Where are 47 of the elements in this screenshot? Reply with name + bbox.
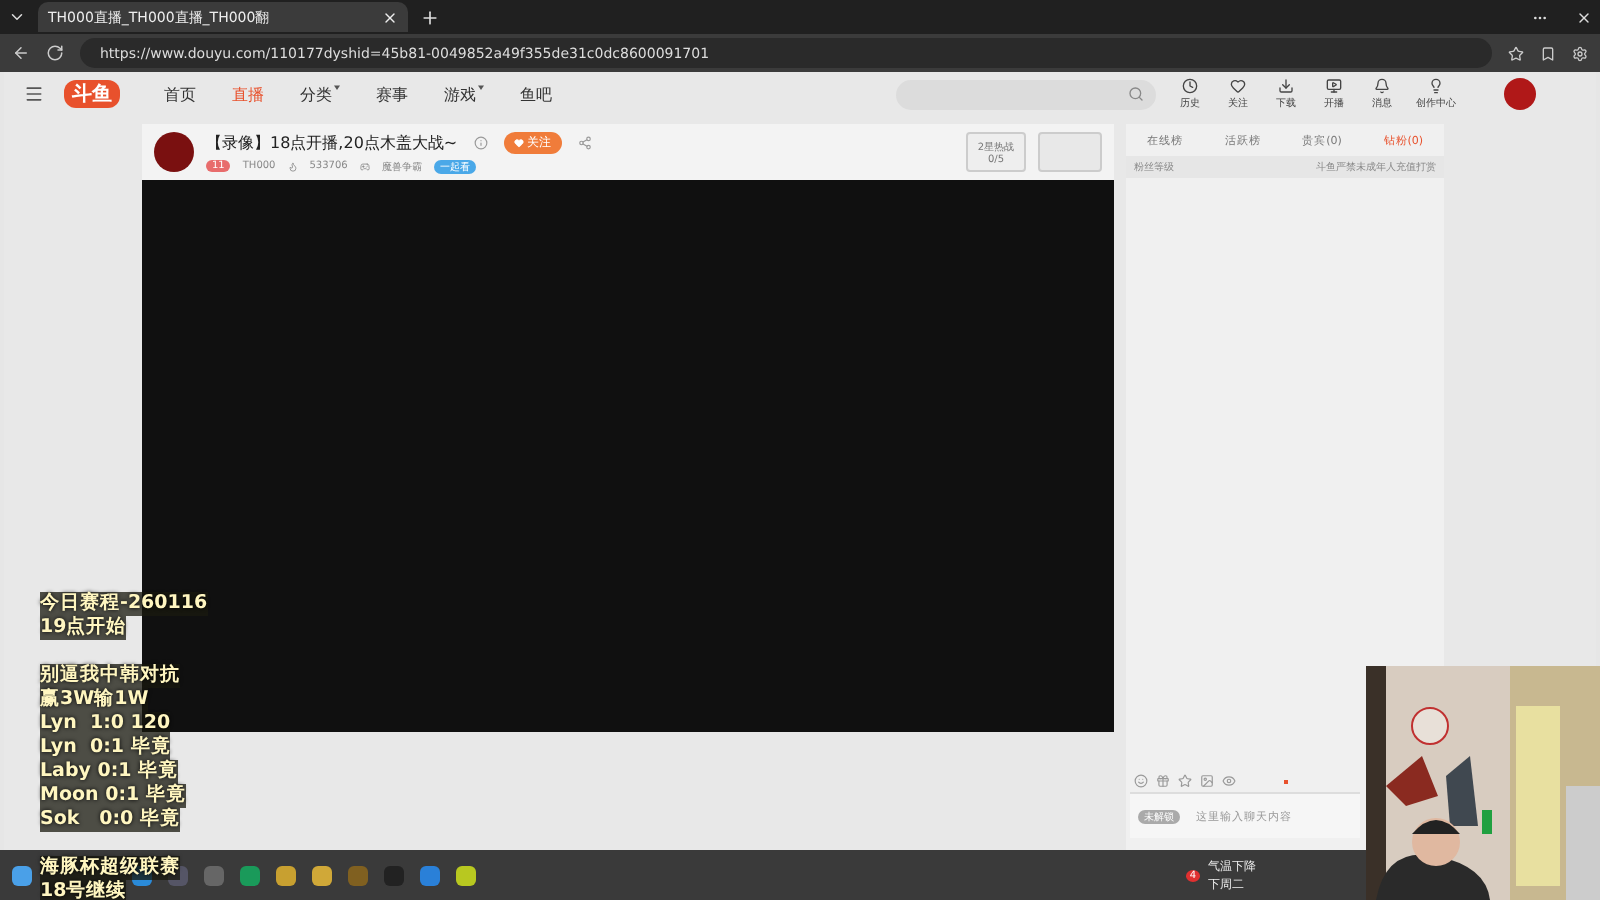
overlay-text: 赢3W输1W	[40, 688, 149, 712]
overlay-text: Lyn 1:0 120	[40, 712, 171, 736]
tab-list-icon[interactable]	[8, 8, 26, 26]
menu-icon[interactable]	[24, 84, 44, 104]
star-icon[interactable]	[1508, 45, 1524, 61]
room-title: 【录像】18点开播,20点木盖大战~	[206, 131, 458, 153]
back-icon[interactable]	[12, 44, 30, 62]
nav-item[interactable]: 赛事	[368, 83, 416, 105]
overlay-text: Sok 0:0 毕竟	[40, 808, 180, 832]
clock-icon	[1182, 78, 1198, 94]
gamepad-icon	[359, 161, 370, 171]
star-icon[interactable]	[1178, 774, 1192, 788]
nav-item[interactable]: 游戏	[436, 83, 492, 105]
user-avatar[interactable]	[1504, 78, 1536, 110]
bookmark-icon[interactable]	[1540, 45, 1556, 61]
bulb-icon	[1428, 78, 1444, 94]
overlay-text: 海豚杯超级联赛	[40, 856, 180, 880]
heart-icon	[513, 137, 524, 147]
settings-icon[interactable]	[1572, 45, 1588, 61]
close-icon[interactable]	[382, 9, 398, 25]
info-icon[interactable]	[473, 135, 488, 149]
new-tab-icon[interactable]	[420, 7, 440, 27]
overlay-text: 19点开始	[40, 616, 127, 640]
bell-icon	[1374, 78, 1390, 94]
nav-item[interactable]: 分类	[292, 83, 348, 105]
reload-icon[interactable]	[46, 44, 64, 62]
nav-item[interactable]: 鱼吧	[512, 83, 560, 105]
streamer-avatar[interactable]	[154, 132, 194, 172]
start-icon[interactable]	[12, 865, 32, 885]
close-icon[interactable]	[1576, 9, 1592, 25]
download-icon	[1278, 78, 1294, 94]
overlay-text: Moon 0:1 毕竟	[40, 784, 186, 808]
nav-item[interactable]: 首页	[156, 83, 204, 105]
overlay-text: Lyn 0:1 毕竟	[40, 736, 171, 760]
flame-icon	[287, 161, 298, 171]
overlay-text: 18号继续	[40, 880, 127, 900]
empty-box	[1038, 132, 1102, 172]
caret-icon[interactable]	[478, 83, 484, 89]
heart-icon	[1230, 78, 1246, 94]
site-logo[interactable]: 斗鱼	[64, 80, 120, 108]
search-field[interactable]	[896, 79, 1156, 109]
overlay-text: 今日赛程-260116	[40, 592, 208, 616]
search-icon[interactable]	[1128, 86, 1144, 102]
overlay-text: 别逼我中韩对抗	[40, 664, 180, 688]
overlay-text: Laby 0:1 毕竟	[40, 760, 179, 784]
caret-icon[interactable]	[334, 83, 340, 89]
screen-icon	[1326, 78, 1342, 94]
